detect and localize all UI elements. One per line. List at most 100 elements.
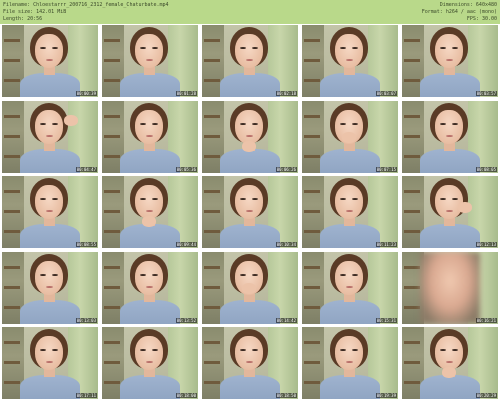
video-thumbnail[interactable]: 00:09:44 (102, 176, 198, 248)
shelf (4, 361, 20, 364)
video-thumbnail[interactable]: 00:11:23 (302, 176, 398, 248)
left-eye (40, 122, 46, 125)
video-thumbnail[interactable]: 00:15:31 (302, 251, 398, 324)
hand (242, 282, 256, 294)
left-eye (340, 198, 346, 200)
left-eye (240, 47, 246, 49)
face (335, 260, 363, 295)
neck (344, 369, 355, 377)
shirt (320, 73, 380, 97)
hand (142, 216, 156, 227)
video-thumbnail[interactable]: 00:13:03 (2, 251, 98, 324)
shelf (204, 39, 220, 42)
shirt (320, 299, 380, 324)
video-thumbnail[interactable]: 00:18:00 (102, 327, 198, 399)
dimensions-value: 640x480 (475, 2, 497, 8)
video-thumbnail[interactable]: 00:04:47 (2, 100, 98, 173)
left-eye (140, 198, 146, 200)
video-thumbnail[interactable]: 00:03:07 (302, 25, 398, 97)
right-eye (152, 349, 158, 351)
shelf (304, 210, 320, 213)
shelf (404, 59, 420, 62)
lips (446, 59, 453, 61)
lips (346, 285, 353, 288)
video-thumbnail[interactable]: 00:00:39 (2, 25, 98, 97)
shelf (304, 114, 320, 118)
fps-value: 30.00 (481, 16, 497, 22)
neck (144, 67, 155, 75)
shelf (304, 39, 320, 42)
shirt (220, 148, 280, 173)
length-value: 20:56 (27, 16, 43, 22)
video-thumbnail[interactable]: 00:03:57 (402, 25, 498, 97)
shelf (204, 341, 220, 344)
shelf (304, 265, 320, 269)
shelf (4, 265, 20, 269)
video-thumbnail[interactable]: 00:16:21 (402, 251, 498, 324)
shirt (320, 375, 380, 399)
lips (46, 361, 53, 363)
shelf (104, 59, 120, 62)
right-eye (52, 122, 58, 125)
dimensions-row: Dimensions: 640x480 (422, 2, 497, 9)
shelf (104, 265, 120, 269)
shelf (404, 154, 420, 158)
neck (344, 293, 355, 302)
shelf (304, 79, 320, 82)
neck (344, 67, 355, 75)
shelf (304, 361, 320, 364)
face (135, 260, 163, 295)
shelf (104, 79, 120, 82)
timestamp-label: 00:18:00 (175, 393, 197, 398)
right-eye (352, 122, 358, 125)
timestamp-label: 00:17:11 (75, 393, 97, 398)
timestamp-label: 00:05:36 (175, 166, 197, 172)
shelf (204, 285, 220, 289)
shelf (4, 230, 20, 233)
video-thumbnail[interactable]: 00:12:13 (402, 176, 498, 248)
fps-row: FPS: 30.00 (422, 16, 497, 23)
neck (244, 293, 255, 302)
lips (246, 59, 253, 61)
video-thumbnail[interactable]: 00:13:52 (102, 251, 198, 324)
shirt (120, 299, 180, 324)
video-thumbnail[interactable]: 00:17:11 (2, 327, 98, 399)
video-thumbnail[interactable]: 00:20:29 (402, 327, 498, 399)
video-thumbnail[interactable]: 00:14:42 (202, 251, 298, 324)
shirt (320, 148, 380, 173)
video-thumbnail[interactable]: 00:06:26 (202, 100, 298, 173)
timestamp-label: 00:15:31 (375, 317, 397, 323)
video-thumbnail[interactable]: 00:05:36 (102, 100, 198, 173)
video-thumbnail[interactable]: 00:02:18 (202, 25, 298, 97)
shirt (320, 224, 380, 248)
video-thumbnail[interactable]: 00:10:34 (202, 176, 298, 248)
lips (246, 134, 253, 137)
lips (46, 210, 53, 212)
shelf (404, 285, 420, 289)
shelf (304, 230, 320, 233)
video-thumbnail[interactable]: 00:07:15 (302, 100, 398, 173)
shelf (104, 230, 120, 233)
video-thumbnail[interactable]: 00:18:50 (202, 327, 298, 399)
video-thumbnail[interactable]: 00:01:28 (102, 25, 198, 97)
shelf (404, 134, 420, 138)
shelf (4, 39, 20, 42)
face (235, 34, 263, 68)
video-thumbnail[interactable]: 00:08:55 (2, 176, 98, 248)
filesize-value: 142.01 MiB (36, 9, 67, 15)
shelf (104, 190, 120, 193)
timestamp-label: 00:02:18 (275, 91, 297, 96)
shelf (4, 134, 20, 138)
face (135, 185, 163, 219)
left-eye (40, 198, 46, 200)
video-thumbnail[interactable]: 00:19:39 (302, 327, 398, 399)
right-eye (152, 198, 158, 200)
left-eye (140, 47, 146, 49)
shelf (204, 190, 220, 193)
video-thumbnail[interactable]: 00:08:05 (402, 100, 498, 173)
shelf (204, 381, 220, 384)
right-eye (52, 273, 58, 276)
shirt (20, 375, 80, 399)
shelf (404, 79, 420, 82)
left-eye (40, 47, 46, 49)
